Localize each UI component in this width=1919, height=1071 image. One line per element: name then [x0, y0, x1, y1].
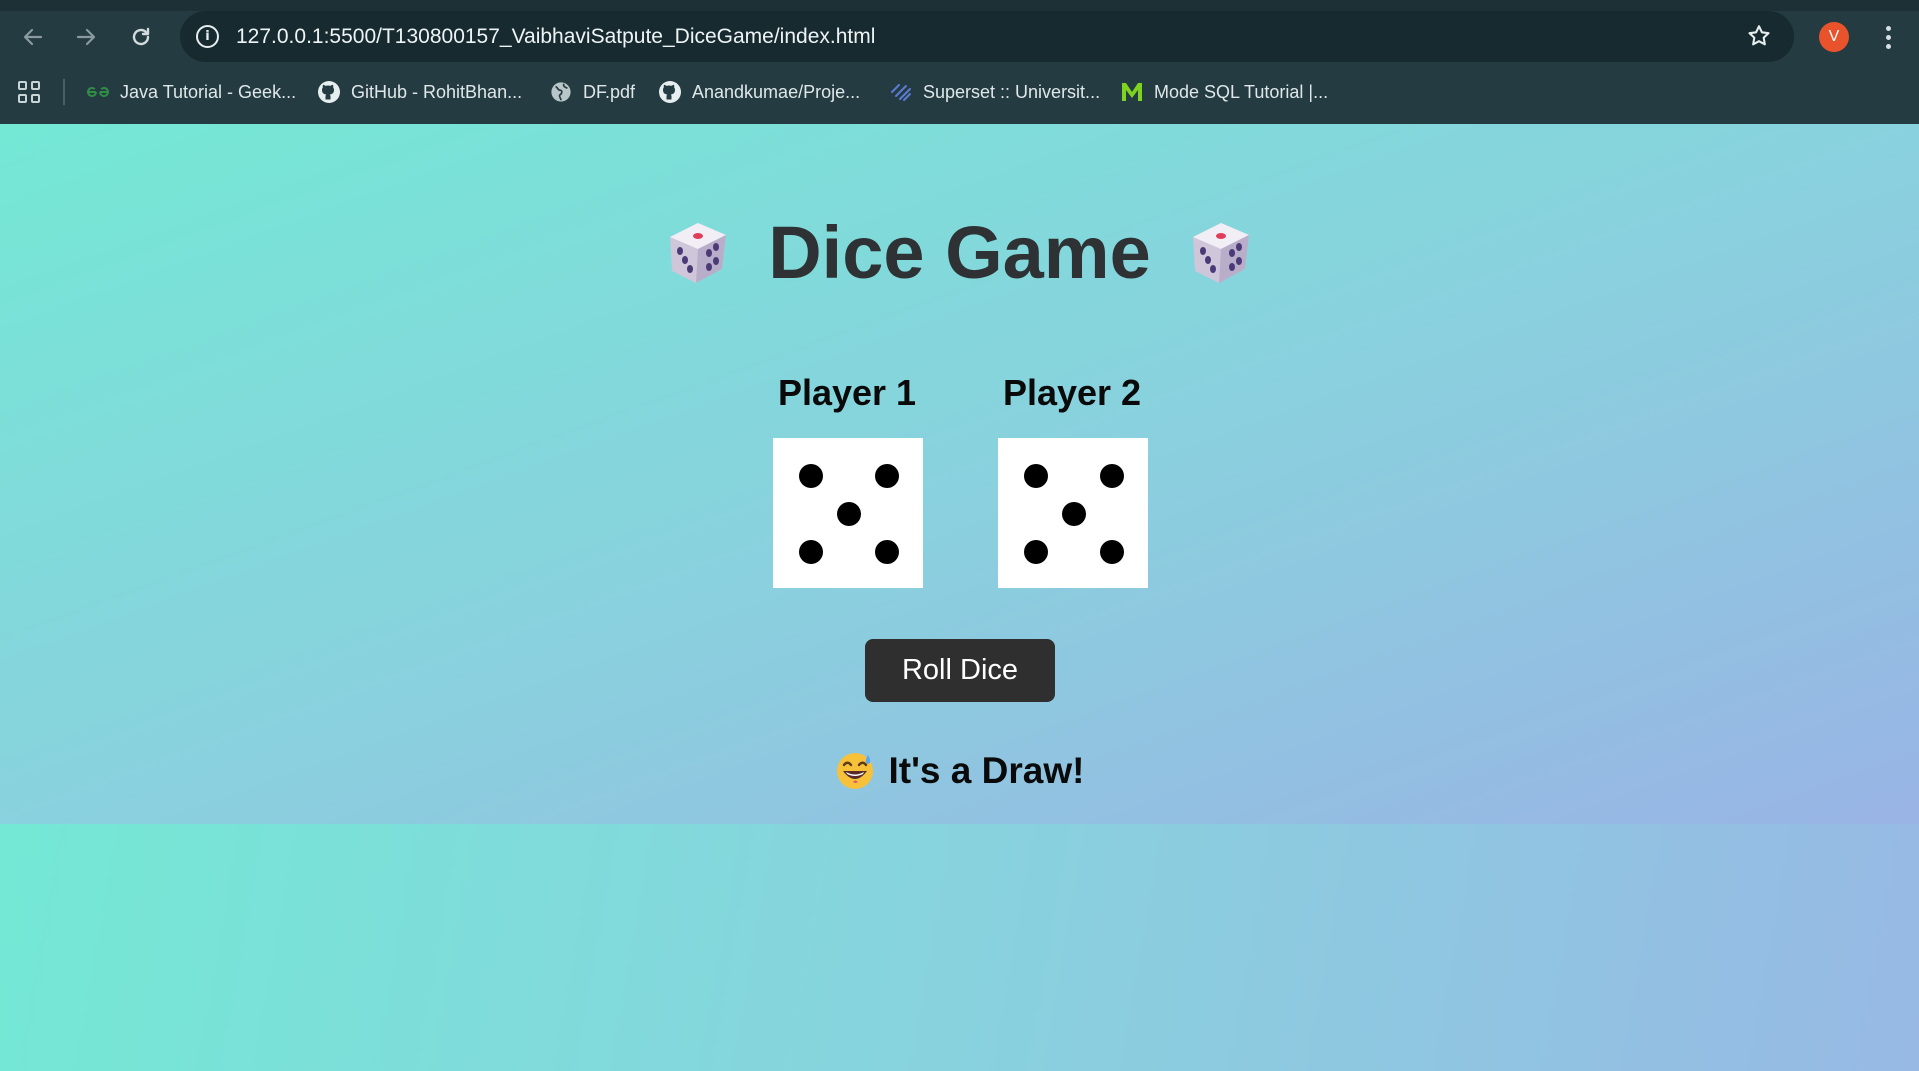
bookmark-github-anand[interactable]: Anandkumae/Proje...: [658, 79, 860, 105]
result-row: It's a Draw!: [0, 750, 1919, 792]
die-pip: [1100, 464, 1124, 488]
superset-icon: [889, 80, 913, 104]
github-icon: [658, 80, 682, 104]
arrow-right-icon: [76, 28, 96, 46]
die-pip: [1024, 540, 1048, 564]
forward-button[interactable]: [71, 22, 101, 52]
globe-icon: [549, 80, 573, 104]
die-pip: [875, 464, 899, 488]
bookmark-superset[interactable]: Superset :: Universit...: [889, 79, 1100, 105]
bookmark-github-rohit[interactable]: GitHub - RohitBhan...: [317, 79, 522, 105]
reload-icon: [132, 27, 150, 46]
game-die-emoji-icon: [670, 222, 727, 283]
grinning-sweat-emoji-icon: [836, 753, 873, 789]
game-die-emoji-icon: [1192, 222, 1249, 283]
player-1-label: Player 1: [777, 372, 917, 413]
bookmark-label: Superset :: Universit...: [923, 81, 1101, 102]
player-1-die: [773, 438, 923, 588]
bookmarks-bar: Java Tutorial - Geek... GitHub - RohitBh…: [0, 73, 1919, 109]
geeksforgeeks-icon: [86, 80, 110, 104]
result-text: It's a Draw!: [888, 750, 1085, 791]
profile-avatar[interactable]: V: [1819, 22, 1849, 52]
browser-chrome: i 127.0.0.1:5500/T130800157_VaibhaviSatp…: [0, 0, 1919, 124]
bookmark-label: Anandkumae/Proje...: [692, 81, 861, 102]
page-lower-background: [0, 824, 1919, 1071]
back-button[interactable]: [18, 22, 48, 52]
reload-button[interactable]: [126, 22, 156, 52]
bookmark-label: GitHub - RohitBhan...: [351, 81, 523, 102]
bookmark-mode-sql[interactable]: Mode SQL Tutorial |...: [1120, 79, 1328, 105]
bookmark-star-icon[interactable]: [1746, 23, 1772, 49]
die-pip: [799, 540, 823, 564]
player-2-label: Player 2: [1002, 372, 1142, 413]
url-text[interactable]: 127.0.0.1:5500/T130800157_VaibhaviSatput…: [236, 25, 875, 49]
die-pip: [875, 540, 899, 564]
roll-dice-button[interactable]: Roll Dice: [865, 639, 1055, 702]
bookmark-label: Java Tutorial - Geek...: [120, 81, 297, 102]
github-icon: [317, 80, 341, 104]
die-pip: [837, 502, 861, 526]
die-pip: [1024, 464, 1048, 488]
tab-strip-edge: [0, 0, 1919, 11]
arrow-left-icon: [23, 28, 43, 46]
bookmark-label: Mode SQL Tutorial |...: [1154, 81, 1329, 102]
die-pip: [1062, 502, 1086, 526]
bookmarks-divider: [63, 79, 65, 105]
apps-grid-icon[interactable]: [18, 81, 40, 103]
die-pip: [799, 464, 823, 488]
die-pip: [1100, 540, 1124, 564]
player-2-die: [998, 438, 1148, 588]
bookmark-label: DF.pdf: [583, 81, 636, 102]
address-bar[interactable]: i 127.0.0.1:5500/T130800157_VaibhaviSatp…: [180, 11, 1794, 62]
browser-menu-icon[interactable]: [1875, 22, 1901, 52]
mode-icon: [1120, 80, 1144, 104]
site-info-icon[interactable]: i: [196, 25, 219, 48]
title-row: Dice Game: [0, 210, 1919, 295]
bookmark-java-tutorial[interactable]: Java Tutorial - Geek...: [86, 79, 296, 105]
game-title: Dice Game: [768, 211, 1151, 294]
bookmark-df-pdf[interactable]: DF.pdf: [549, 79, 635, 105]
